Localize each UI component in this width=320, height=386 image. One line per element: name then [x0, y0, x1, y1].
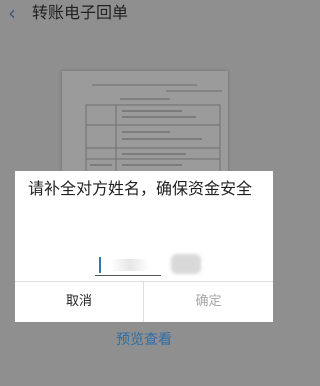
- preview-link[interactable]: 预览查看: [112, 331, 176, 349]
- masked-name-segment-2: [171, 254, 201, 274]
- cancel-button[interactable]: 取消: [15, 282, 143, 322]
- input-underline: [95, 275, 161, 276]
- receipt-preview-graphic: [62, 71, 228, 183]
- page-title: 转账电子回单: [32, 3, 129, 22]
- chevron-left-icon[interactable]: ‹: [3, 2, 21, 24]
- name-confirm-dialog: 请补全对方姓名，确保资金安全 取消 确定: [15, 171, 273, 322]
- masked-name-segment: [111, 259, 149, 271]
- top-bar: ‹ 转账电子回单: [0, 0, 288, 30]
- receipt-thumbnail: [62, 71, 228, 183]
- confirm-button[interactable]: 确定: [144, 282, 273, 322]
- text-cursor: [99, 257, 101, 273]
- dialog-prompt: 请补全对方姓名，确保资金安全: [28, 179, 253, 198]
